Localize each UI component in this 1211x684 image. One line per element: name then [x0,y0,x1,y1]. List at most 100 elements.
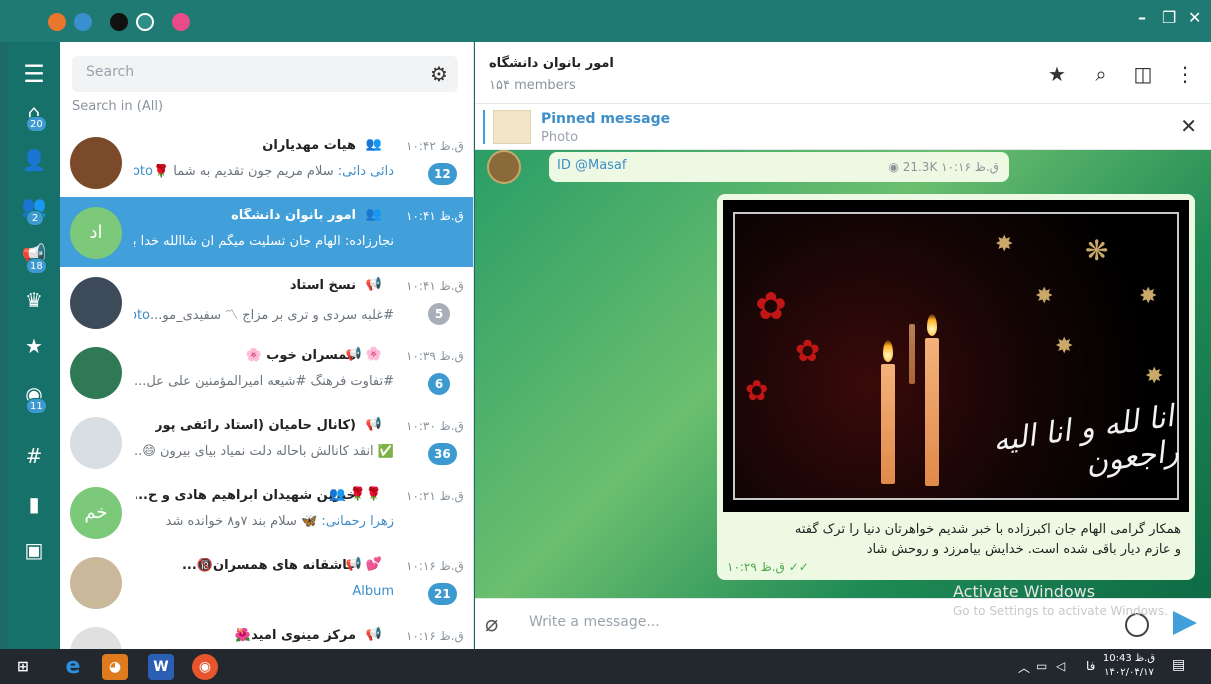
chat-list-item[interactable]: نسخ استاد 📢 ق.ظ ۱۰:۴۱ #غلبه سردی و تری بر … [60,267,473,337]
chat-list-item[interactable]: عاشقانه های همسران🔞... 📢 💕 ق.ظ ۱۰:۱۶ Album… [60,547,473,617]
chat-preview: #تفاوت فرهنگ #شیعه امیرالمؤمنین علی عل..… [134,374,394,389]
caption-line: همکار گرامی الهام جان اکبرزاده با خبر شد… [794,522,1181,537]
search-box: ⚙ [72,56,458,92]
contact-icon[interactable]: ▣ [8,538,60,562]
message-input[interactable] [529,614,929,630]
member-count: ۱۵۴ members [489,78,576,93]
chat-type-icon: 👥 [365,207,382,222]
message-bubble[interactable]: ✿ ✿ ✿ ✸ ✸ ❋ ✸ ✸ ✸ انا لله و انا الیه راج… [717,194,1195,580]
tray-chevron-icon[interactable]: ︿ [1018,659,1030,676]
minimize-button[interactable]: – [1138,8,1146,27]
message-photo[interactable]: ✿ ✿ ✿ ✸ ✸ ❋ ✸ ✸ ✸ انا لله و انا الیه راج… [723,200,1189,512]
edge-icon[interactable]: e [60,654,86,680]
hashtag-icon[interactable]: # [8,444,60,468]
ornament-decoration: ✸ [995,232,1014,257]
send-icon[interactable] [1173,611,1197,635]
window-dot-teal[interactable] [136,13,154,31]
star-icon[interactable]: ★ [1045,62,1069,86]
unread-badge: 12 [428,163,457,185]
forward-avatar[interactable] [487,150,521,184]
chat-type-icon: 📢 [365,417,382,432]
chat-type-icon: 👥 🌹🌹 [329,487,382,502]
candle [925,338,939,486]
unread-badge: 21 [428,583,457,605]
avatar [70,557,122,609]
chat-preview: ✅ انقد کانالش باحاله دلت نمیاد بیای بیرو… [134,444,394,459]
unread-badge: 6 [428,373,450,395]
search-input[interactable] [86,64,416,80]
search-scope-label: Search in (All) [72,99,164,114]
sidebar-toggle-icon[interactable]: ◫ [1131,62,1155,86]
forwarded-message[interactable]: ID @Masaf ◉ 21.3K ق.ظ ۱۰:۱۶ [549,152,1009,182]
preview-media-type: Album [352,584,394,599]
chat-list-item[interactable]: همسران خوب 🌸 📢 🌸 ق.ظ ۱۰:۳۹ #تفاوت فرهنگ #ش… [60,337,473,407]
condolence-image: ✿ ✿ ✿ ✸ ✸ ❋ ✸ ✸ ✸ انا لله و انا الیه راج… [733,212,1181,500]
taskbar: ⊞ e ◕ W ◉ ︿ ▭ ◁ فا 10:43 ق.ظ ۱۴۰۲/۰۴/۱۷ … [0,649,1211,684]
system-clock[interactable]: 10:43 ق.ظ ۱۴۰۲/۰۴/۱۷ [1102,652,1156,680]
chat-list-item[interactable]: خم خیرین شهیدان ابراهیم هادی و ح... 👥 🌹🌹 ق.… [60,477,473,547]
network-icon[interactable]: ▭ [1036,659,1047,673]
gear-icon[interactable]: ⚙ [428,63,450,85]
chat-name: همسران خوب 🌸 [245,348,356,363]
user-icon[interactable]: 👤 [8,148,60,172]
star-icon[interactable]: ★ [8,334,60,358]
close-button[interactable]: ✕ [1188,8,1201,27]
clock-time: 10:43 ق.ظ [1102,653,1156,664]
chat-preview: دائی دائی: سلام مریم جون تقدیم به شما 🌹P… [134,164,394,179]
chat-time: ق.ظ ۱۰:۳۹ [406,349,464,363]
chat-time: ق.ظ ۱۰:۳۰ [406,419,464,433]
window-dot-blue[interactable] [74,13,92,31]
unread-badge: 20 [26,116,47,132]
flower-decoration: ✿ [795,334,821,369]
windows-start-icon[interactable]: ⊞ [10,654,36,680]
caption-line: و عازم دیار باقی شده است. خدایش بیامرزد … [866,542,1181,557]
volume-icon[interactable]: ◁ [1056,659,1065,673]
unread-badge: 11 [26,398,47,414]
chat-title[interactable]: امور بانوان دانشگاه [489,56,614,71]
window-dot-pink[interactable] [172,13,190,31]
chat-time: ق.ظ ۱۰:۴۱ [406,209,464,223]
ornament-decoration: ✸ [1139,284,1158,309]
pinned-title: Pinned message [541,111,671,127]
ornament-decoration: ❋ [1085,234,1109,267]
candle-flame [927,314,937,336]
forward-source-id[interactable]: ID @Masaf [557,158,626,173]
preview-text: نجارزاده: الهام جان تسلیت میگم ان شاالله… [134,234,394,249]
chat-name: مرکز مینوی امید🌺 [234,628,356,643]
chat-type-icon: 👥 [365,137,382,152]
avatar [70,417,122,469]
forward-views-time: ◉ 21.3K ق.ظ ۱۰:۱۶ [888,160,999,174]
chat-list-item[interactable]: مرکز مینوی امید🌺 📢 ق.ظ ۱۰:۱۶ [60,617,473,649]
candle [909,324,915,384]
crown-icon[interactable]: ♛ [8,288,60,312]
menu-icon[interactable]: ☰ [8,62,60,86]
window-dot-orange[interactable] [48,13,66,31]
chat-preview: نجارزاده: الهام جان تسلیت میگم ان شاالله… [134,234,394,249]
ornament-decoration: ✸ [1055,334,1074,359]
language-indicator[interactable]: فا [1086,659,1095,673]
chat-list-item[interactable]: اد امور بانوان دانشگاه 👥 ق.ظ ۱۰:۴۱ نجارزاده… [60,197,473,267]
preview-text: سلام بند ۷و۸ خوانده شد [165,514,297,529]
firefox-icon[interactable]: ◉ [192,654,218,680]
restore-button[interactable]: ❐ [1162,8,1176,27]
notifications-icon[interactable]: ▤ [1172,657,1185,673]
preview-media-type: Photo, [134,164,153,179]
more-menu-icon[interactable]: ⋮ [1173,62,1197,86]
chat-panel: امور بانوان دانشگاه ۱۵۴ members ★ ⌕ ◫ ⋮ … [475,42,1211,649]
preview-text: سلام مریم جون تقدیم به شما 🌹 [152,164,334,179]
word-icon[interactable]: W [148,654,174,680]
chat-list-item[interactable]: هیات مهدیاران 👥 ق.ظ ۱۰:۴۲ دائی دائی: سلام م… [60,127,473,197]
search-icon[interactable]: ⌕ [1089,62,1113,86]
chat-list-item[interactable]: (کانال حامیان (استاد رائفی پور 📢 ق.ظ ۱۰:۳۰… [60,407,473,477]
message-caption: همکار گرامی الهام جان اکبرزاده با خبر شد… [731,520,1181,560]
window-dot-black[interactable] [110,13,128,31]
app-icon[interactable]: ◕ [102,654,128,680]
message-time: ق.ظ ۱۰:۲۹ ✓✓ [727,560,809,574]
attach-icon[interactable]: ⌀ [485,612,498,637]
close-icon[interactable]: ✕ [1180,114,1197,138]
bookmark-icon[interactable]: ▮ [8,492,60,516]
pinned-message-bar[interactable]: Pinned message Photo ✕ [475,104,1211,150]
avatar [70,627,122,649]
activation-watermark-title: Activate Windows [953,582,1096,601]
chat-preview: #غلبه سردی و تری بر مزاج 〽 سفیدی_مو...Ph… [134,304,394,323]
